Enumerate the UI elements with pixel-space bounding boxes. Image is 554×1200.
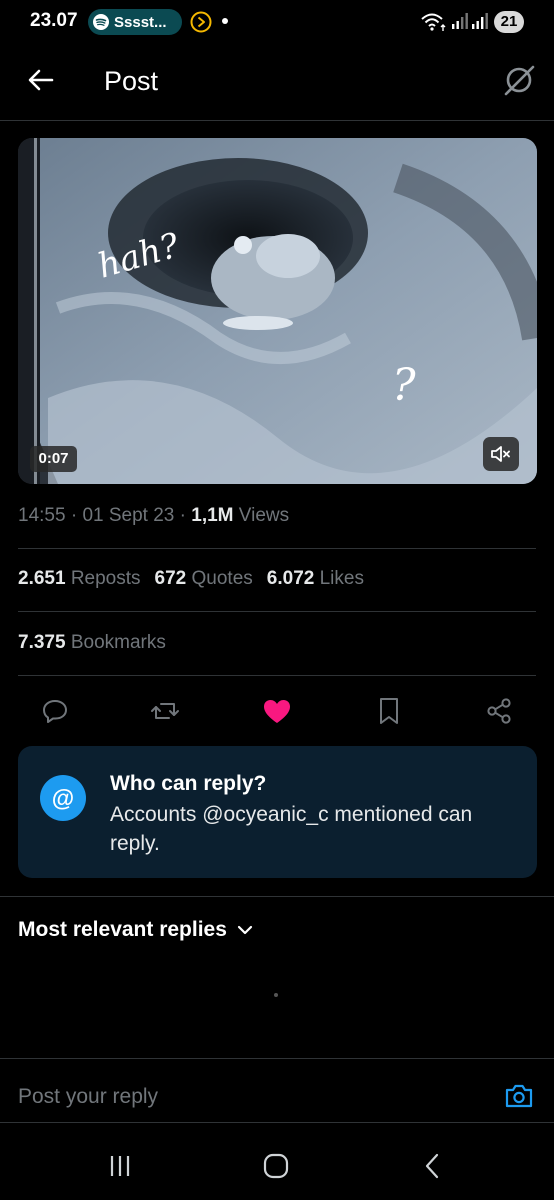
meta-separator: · xyxy=(70,505,83,526)
mention-icon: @ xyxy=(40,775,86,821)
likes-label: Likes xyxy=(319,568,364,589)
post-time: 14:55 xyxy=(18,505,66,526)
bookmarks-count: 7.375 xyxy=(18,632,66,653)
arrow-left-icon xyxy=(28,69,54,91)
stats-divider xyxy=(18,611,536,612)
post-meta: 14:55 · 01 Sept 23 · 1,1M Views xyxy=(18,505,289,527)
chevron-down-icon xyxy=(237,925,253,935)
ultrasound-image: hah? ? xyxy=(18,138,537,484)
home-icon xyxy=(263,1153,289,1179)
video-duration-badge: 0:07 xyxy=(30,446,77,472)
media-playing-label: Sssst... xyxy=(114,13,167,31)
reply-button[interactable] xyxy=(38,694,72,728)
post-video[interactable]: hah? ? xyxy=(18,138,537,484)
chevron-left-icon xyxy=(425,1153,439,1179)
back-button[interactable] xyxy=(26,64,58,96)
mute-button[interactable] xyxy=(483,437,519,471)
card-divider xyxy=(0,896,554,897)
post-date: 01 Sept 23 xyxy=(82,505,175,526)
post-stats: 2.651 Reposts 672 Quotes 6.072 Likes xyxy=(18,568,364,590)
repost-icon xyxy=(151,703,179,719)
heart-icon xyxy=(264,700,290,723)
bookmark-button[interactable] xyxy=(372,694,406,728)
camera-icon xyxy=(505,1084,533,1108)
recent-apps-icon xyxy=(110,1156,130,1176)
wifi-icon xyxy=(421,13,446,31)
recent-apps-button[interactable] xyxy=(100,1146,140,1186)
grok-button[interactable] xyxy=(502,63,536,97)
speaker-muted-icon xyxy=(491,446,510,462)
signal-icon-2 xyxy=(472,13,488,29)
likes-count: 6.072 xyxy=(266,568,315,589)
reposts-count: 2.651 xyxy=(18,568,66,589)
quotes-count: 672 xyxy=(154,568,187,589)
notification-dot xyxy=(222,18,228,24)
nav-divider xyxy=(0,1122,554,1123)
like-button[interactable] xyxy=(260,694,294,728)
views-label: Views xyxy=(238,505,290,526)
loading-indicator xyxy=(274,993,278,997)
reposts-stat[interactable]: 2.651 Reposts xyxy=(18,568,141,589)
header-divider xyxy=(0,120,554,121)
bookmark-icon xyxy=(380,698,398,724)
bookmarks-stat[interactable]: 7.375 Bookmarks xyxy=(18,632,166,654)
quotes-label: Quotes xyxy=(191,568,253,589)
share-button[interactable] xyxy=(482,694,516,728)
status-bar: 23.07 Sssst... 21 xyxy=(0,0,554,44)
spotify-icon xyxy=(93,14,109,30)
home-button[interactable] xyxy=(256,1146,296,1186)
play-circle-icon xyxy=(190,11,212,33)
quotes-stat[interactable]: 672 Quotes xyxy=(155,568,253,589)
bookmarks-label: Bookmarks xyxy=(70,632,166,653)
reply-icon xyxy=(43,700,67,723)
likes-stat[interactable]: 6.072 Likes xyxy=(267,568,364,589)
replies-sort-label: Most relevant replies xyxy=(18,918,227,941)
grok-icon xyxy=(504,65,535,96)
replies-sort-dropdown[interactable]: Most relevant replies xyxy=(18,918,253,942)
reply-input[interactable] xyxy=(18,1080,478,1114)
status-time: 23.07 xyxy=(30,10,78,31)
media-playing-pill[interactable]: Sssst... xyxy=(88,9,182,35)
bookmarks-divider xyxy=(18,675,536,676)
camera-button[interactable] xyxy=(502,1080,536,1112)
repost-button[interactable] xyxy=(148,694,182,728)
reply-restriction-body: Accounts @ocyeanic_c mentioned can reply… xyxy=(110,803,473,855)
page-title: Post xyxy=(104,66,159,96)
meta-divider xyxy=(18,548,536,549)
share-icon xyxy=(487,698,511,724)
system-back-button[interactable] xyxy=(412,1146,452,1186)
views-count: 1,1M xyxy=(191,505,234,526)
signal-icon-1 xyxy=(452,13,468,29)
reposts-label: Reposts xyxy=(70,568,141,589)
reply-restriction-title: Who can reply? xyxy=(110,772,267,795)
meta-separator: · xyxy=(179,505,192,526)
overlay-text-question: ? xyxy=(392,360,416,411)
reply-box-divider xyxy=(0,1058,554,1059)
battery-indicator: 21 xyxy=(494,11,524,33)
